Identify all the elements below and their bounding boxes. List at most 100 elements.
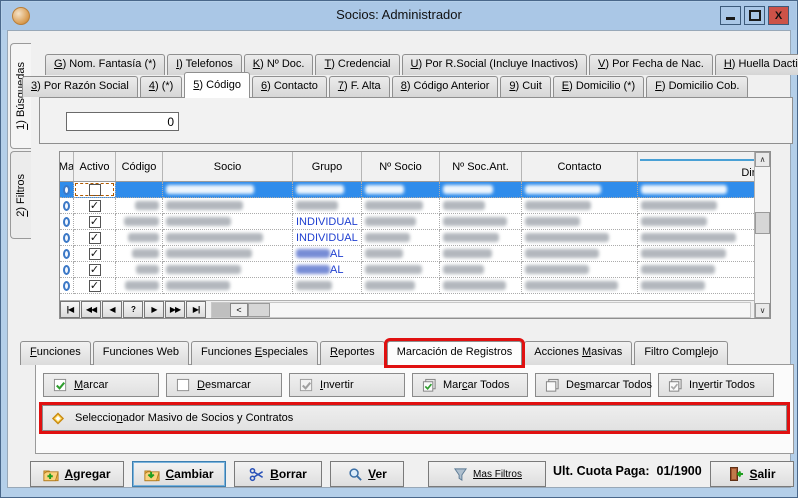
row-selector-icon[interactable] [63, 233, 70, 243]
ver-button[interactable]: Ver [330, 461, 404, 487]
close-button[interactable]: X [768, 6, 789, 25]
grid-column-header-n-socio[interactable]: Nº Socio [362, 152, 440, 181]
tab-label: Funciones Especiales [201, 346, 308, 358]
maximize-button[interactable] [744, 6, 765, 25]
window-title: Socios: Administrador [2, 7, 796, 22]
bottom-tab-reportes[interactable]: Reportes [320, 341, 385, 365]
search-tab-r2-3[interactable]: 6) Contacto [252, 76, 327, 97]
salir-button[interactable]: Salir [710, 461, 794, 487]
search-tab-r2-8[interactable]: F) Domicilio Cob. [646, 76, 748, 97]
grid-vertical-scrollbar[interactable]: ∧ ∨ [754, 152, 770, 318]
grid-column-header-contacto[interactable]: Contacto [522, 152, 638, 181]
search-tab-r1-5[interactable]: V) Por Fecha de Nac. [589, 54, 713, 75]
bottom-tab-funciones-especiales[interactable]: Funciones Especiales [191, 341, 318, 365]
cambiar-button[interactable]: Cambiar [132, 461, 226, 487]
bottom-tab-funciones-web[interactable]: Funciones Web [93, 341, 189, 365]
grid-column-header-direc[interactable]: Direc [638, 152, 770, 181]
grid-column-header-c-digo[interactable]: Código [116, 152, 163, 181]
marcar-button[interactable]: Marcar [43, 373, 159, 397]
row-selector-icon[interactable] [63, 217, 70, 227]
bottom-tab-marcaci-n-de-registros[interactable]: Marcación de Registros [387, 341, 523, 365]
checkbox-checked-green-icon [52, 377, 68, 393]
row-selector-icon[interactable] [63, 281, 70, 291]
agregar-button[interactable]: Agregar [30, 461, 124, 487]
table-row[interactable]: AL [60, 246, 770, 262]
scroll-up-button[interactable]: ∧ [755, 152, 770, 167]
title-bar[interactable]: Socios: Administrador X [2, 2, 796, 30]
marcar-todos-button[interactable]: Marcar Todos [412, 373, 528, 397]
grid-cell [163, 198, 293, 214]
activo-checkbox[interactable] [89, 200, 101, 212]
borrar-button[interactable]: Borrar [234, 461, 322, 487]
vertical-scroll-thumb[interactable] [755, 212, 770, 234]
bottom-tab-acciones-masivas[interactable]: Acciones Masivas [524, 341, 632, 365]
search-tab-r2-1[interactable]: 4) (*) [140, 76, 182, 97]
search-tab-r1-6[interactable]: H) Huella Dactilar [715, 54, 798, 75]
search-tab-r1-2[interactable]: K) Nº Doc. [244, 54, 314, 75]
grid-column-header-grupo[interactable]: Grupo [293, 152, 362, 181]
scroll-page-block [212, 303, 230, 317]
grid-cell [638, 182, 770, 198]
nav-fast-prev-button[interactable]: ◀◀ [81, 301, 101, 318]
table-row[interactable] [60, 182, 770, 198]
desmarcar-button[interactable]: Desmarcar [166, 373, 282, 397]
grid-column-header-activo[interactable]: Activo [74, 152, 116, 181]
activo-checkbox[interactable] [89, 248, 101, 260]
grid-horizontal-scrollbar[interactable]: < [211, 302, 751, 318]
table-row[interactable]: INDIVIDUAL [60, 214, 770, 230]
table-row[interactable] [60, 278, 770, 294]
activo-checkbox[interactable] [89, 264, 101, 276]
button-label: Invertir Todos [689, 379, 755, 391]
search-tab-r2-5[interactable]: 8) Código Anterior [392, 76, 499, 97]
row-selector-icon[interactable] [63, 185, 70, 195]
nav-search-button[interactable]: ? [123, 301, 143, 318]
row-selector-icon[interactable] [63, 265, 70, 275]
code-search-input[interactable] [66, 112, 179, 131]
members-grid[interactable]: MaActivoCódigoSocioGrupoNº SocioNº Soc.A… [59, 151, 771, 319]
grupo-partial-label: AL [330, 248, 343, 260]
button-label: Invertir [320, 379, 354, 391]
horizontal-scroll-thumb[interactable] [248, 303, 270, 317]
table-row[interactable]: AL [60, 262, 770, 278]
search-tab-r1-0[interactable]: G) Nom. Fantasía (*) [45, 54, 165, 75]
scroll-left-button[interactable]: < [230, 303, 248, 317]
table-row[interactable]: INDIVIDUAL [60, 230, 770, 246]
redacted-text [125, 281, 159, 290]
activo-checkbox[interactable] [89, 216, 101, 228]
grid-column-header-socio[interactable]: Socio [163, 152, 293, 181]
search-tab-r2-6[interactable]: 9) Cuit [500, 76, 550, 97]
magnifier-icon [347, 466, 363, 482]
redacted-text [124, 217, 159, 226]
row-selector-icon[interactable] [63, 249, 70, 259]
grid-column-header-n-soc-ant-[interactable]: Nº Soc.Ant. [440, 152, 522, 181]
activo-checkbox[interactable] [89, 232, 101, 244]
search-tab-r1-3[interactable]: T) Credencial [315, 54, 399, 75]
grid-column-header-ma[interactable]: Ma [60, 152, 74, 181]
search-tab-r1-4[interactable]: U) Por R.Social (Incluye Inactivos) [402, 54, 588, 75]
search-tab-r2-7[interactable]: E) Domicilio (*) [553, 76, 644, 97]
desmarcar-todos-button[interactable]: Desmarcar Todos [535, 373, 651, 397]
activo-checkbox[interactable] [89, 280, 101, 292]
bottom-tab-filtro-complejo[interactable]: Filtro Complejo [634, 341, 728, 365]
nav-fast-next-button[interactable]: ▶▶ [165, 301, 185, 318]
invertir-button[interactable]: Invertir [289, 373, 405, 397]
minimize-button[interactable] [720, 6, 741, 25]
scroll-down-button[interactable]: ∨ [755, 303, 770, 318]
table-row[interactable] [60, 198, 770, 214]
search-tab-row-2: 3) Por Razón Social4) (*)5) Código6) Con… [22, 76, 748, 98]
sidebar-tab-filtros[interactable]: 2) Filtros [10, 151, 31, 239]
search-tab-r2-2[interactable]: 5) Código [184, 72, 250, 98]
nav-first-button[interactable]: |◀ [60, 301, 80, 318]
nav-next-button[interactable]: ▶ [144, 301, 164, 318]
nav-last-button[interactable]: ▶| [186, 301, 206, 318]
row-selector-icon[interactable] [63, 201, 70, 211]
bottom-tab-funciones[interactable]: Funciones [20, 341, 91, 365]
mas-filtros-button[interactable]: Mas Filtros [428, 461, 546, 487]
redacted-text [525, 249, 599, 258]
nav-prev-button[interactable]: ◀ [102, 301, 122, 318]
seleccionador-masivo-button[interactable]: Seleccionador Masivo de Socios y Contrat… [42, 405, 787, 431]
search-tab-r2-0[interactable]: 3) Por Razón Social [22, 76, 138, 97]
search-tab-r2-4[interactable]: 7) F. Alta [329, 76, 390, 97]
activo-checkbox[interactable] [89, 184, 101, 196]
invertir-todos-button[interactable]: Invertir Todos [658, 373, 774, 397]
